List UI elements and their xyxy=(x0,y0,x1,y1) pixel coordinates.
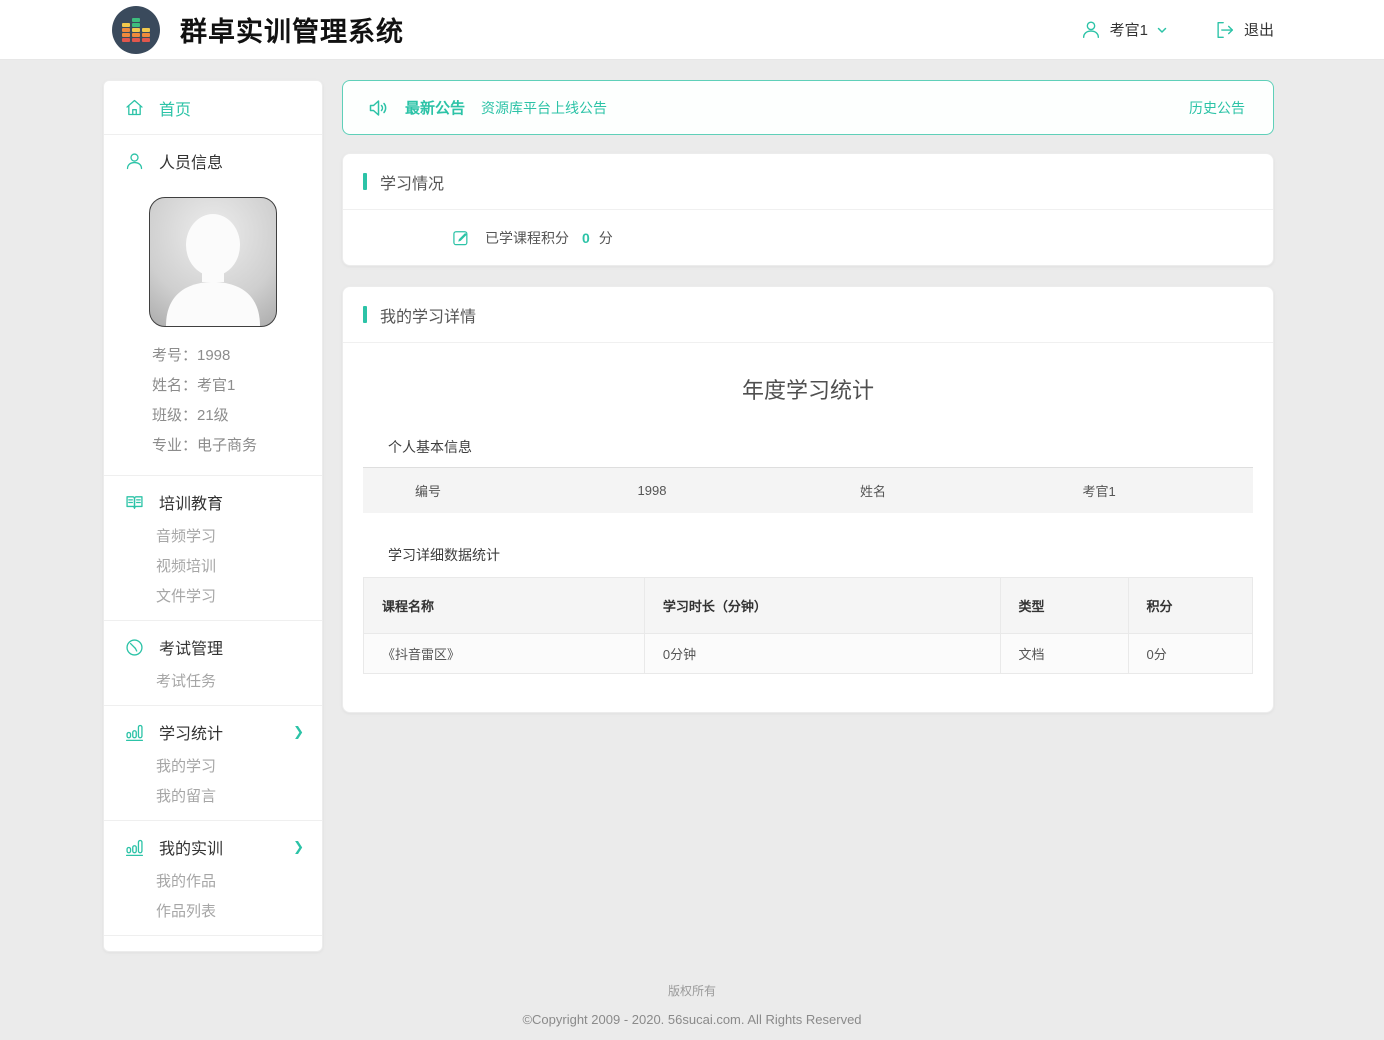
detail-table-label: 学习详细数据统计 xyxy=(388,545,1253,565)
sidebar-item-my-messages[interactable]: 我的留言 xyxy=(104,782,322,812)
logout-button[interactable]: 退出 xyxy=(1214,19,1274,41)
basic-info-id-value: 1998 xyxy=(586,483,809,498)
cell-study-duration: 0分钟 xyxy=(644,634,1000,674)
avatar xyxy=(149,197,277,327)
history-announcements-link[interactable]: 历史公告 xyxy=(1189,98,1245,118)
announcement-label: 最新公告 xyxy=(405,97,465,118)
app-logo-icon xyxy=(112,6,160,54)
person-icon xyxy=(124,151,145,172)
sidebar-item-file-learning[interactable]: 文件学习 xyxy=(104,582,322,612)
study-details-card: 我的学习详情 年度学习统计 个人基本信息 编号 1998 姓名 考官1 学习详细… xyxy=(342,286,1274,713)
main-content: 最新公告 资源库平台上线公告 历史公告 学习情况 已学课程积分 0 分 xyxy=(342,80,1274,733)
sidebar-item-exam-tasks[interactable]: 考试任务 xyxy=(104,667,322,697)
column-study-duration: 学习时长（分钟） xyxy=(644,578,1000,634)
sidebar-item-my-works[interactable]: 我的作品 xyxy=(104,867,322,897)
logout-label: 退出 xyxy=(1244,19,1274,40)
cell-score: 0分 xyxy=(1128,634,1252,674)
sidebar-group-practice: 我的实训 ❯ 我的作品 作品列表 xyxy=(104,820,322,935)
book-icon xyxy=(124,492,145,513)
sidebar-item-learning-stats[interactable]: 学习统计 ❯ xyxy=(104,712,322,752)
bar-chart-icon xyxy=(124,837,145,858)
user-icon xyxy=(1080,19,1102,41)
page-footer: 版权所有 ©Copyright 2009 - 2020. 56sucai.com… xyxy=(0,982,1384,1027)
profile-info: 考号：1998 姓名：考官1 班级：21级 专业：电子商务 xyxy=(152,341,322,461)
sidebar-item-works-list[interactable]: 作品列表 xyxy=(104,897,322,927)
sidebar-footer-space xyxy=(104,935,322,951)
sidebar-item-profile[interactable]: 人员信息 xyxy=(104,135,322,187)
score-unit: 分 xyxy=(599,228,613,248)
copyright-cn: 版权所有 xyxy=(0,982,1384,999)
column-course-name: 课程名称 xyxy=(364,578,645,634)
study-status-title: 学习情况 xyxy=(380,170,444,194)
sidebar-group-stats: 学习统计 ❯ 我的学习 我的留言 xyxy=(104,705,322,820)
brand-link[interactable]: 群卓实训管理系统 xyxy=(112,6,404,54)
score-row: 已学课程积分 0 分 xyxy=(343,210,1273,265)
sidebar-item-training[interactable]: 培训教育 xyxy=(104,482,322,522)
sidebar-group-exam: 考试管理 考试任务 xyxy=(104,620,322,705)
column-type: 类型 xyxy=(1000,578,1128,634)
study-status-header: 学习情况 xyxy=(343,154,1273,210)
chevron-down-icon xyxy=(1156,24,1168,36)
table-row: 《抖音雷区》 0分钟 文档 0分 xyxy=(364,634,1253,674)
sidebar-item-my-learning[interactable]: 我的学习 xyxy=(104,752,322,782)
chevron-right-icon: ❯ xyxy=(293,724,304,740)
sidebar-item-exam-management[interactable]: 考试管理 xyxy=(104,627,322,667)
chevron-right-icon: ❯ xyxy=(293,839,304,855)
score-label: 已学课程积分 xyxy=(485,228,569,248)
speaker-icon xyxy=(367,96,391,120)
profile-name: 姓名：考官1 xyxy=(152,371,322,401)
user-name: 考官1 xyxy=(1110,19,1148,40)
sidebar-group-training: 培训教育 音频学习 视频培训 文件学习 xyxy=(104,475,322,620)
sidebar: 首页 人员信息 考号：1998 姓名：考官1 班级：21级 专业：电 xyxy=(103,80,323,952)
table-header-row: 课程名称 学习时长（分钟） 类型 积分 xyxy=(364,578,1253,634)
study-status-card: 学习情况 已学课程积分 0 分 xyxy=(342,153,1274,266)
profile-section: 人员信息 考号：1998 姓名：考官1 班级：21级 专业：电子商务 xyxy=(104,134,322,475)
announcement-bar: 最新公告 资源库平台上线公告 历史公告 xyxy=(342,80,1274,135)
annual-stats-heading: 年度学习统计 xyxy=(363,373,1253,405)
basic-info-label: 个人基本信息 xyxy=(388,437,1253,457)
edit-icon xyxy=(451,228,471,248)
app-title: 群卓实训管理系统 xyxy=(180,10,404,49)
bar-chart-icon xyxy=(124,722,145,743)
app-header: 群卓实训管理系统 考官1 退出 xyxy=(0,0,1384,60)
home-icon xyxy=(124,97,145,118)
user-menu[interactable]: 考官1 xyxy=(1080,19,1168,41)
basic-info-table: 编号 1998 姓名 考官1 xyxy=(363,467,1253,513)
section-marker xyxy=(363,306,367,323)
logout-icon xyxy=(1214,19,1236,41)
study-details-table: 课程名称 学习时长（分钟） 类型 积分 《抖音雷区》 0分钟 文档 0分 xyxy=(363,577,1253,674)
announcement-link[interactable]: 资源库平台上线公告 xyxy=(481,98,607,118)
clock-icon xyxy=(124,637,145,658)
profile-major: 专业：电子商务 xyxy=(152,431,322,461)
cell-type: 文档 xyxy=(1000,634,1128,674)
cell-course-name: 《抖音雷区》 xyxy=(364,634,645,674)
basic-info-id-label: 编号 xyxy=(363,481,586,500)
study-details-header: 我的学习详情 xyxy=(343,287,1273,343)
sidebar-item-video-training[interactable]: 视频培训 xyxy=(104,552,322,582)
basic-info-name-label: 姓名 xyxy=(808,481,1031,500)
sidebar-item-audio-learning[interactable]: 音频学习 xyxy=(104,522,322,552)
section-marker xyxy=(363,173,367,190)
sidebar-item-home[interactable]: 首页 xyxy=(104,81,322,134)
sidebar-item-my-practice[interactable]: 我的实训 ❯ xyxy=(104,827,322,867)
basic-info-name-value: 考官1 xyxy=(1031,481,1254,500)
score-value: 0 xyxy=(582,230,590,246)
profile-exam-no: 考号：1998 xyxy=(152,341,322,371)
avatar-silhouette-icon xyxy=(150,198,276,326)
profile-class: 班级：21级 xyxy=(152,401,322,431)
copyright-en: ©Copyright 2009 - 2020. 56sucai.com. All… xyxy=(0,1012,1384,1027)
column-score: 积分 xyxy=(1128,578,1252,634)
study-details-title: 我的学习详情 xyxy=(380,303,476,327)
